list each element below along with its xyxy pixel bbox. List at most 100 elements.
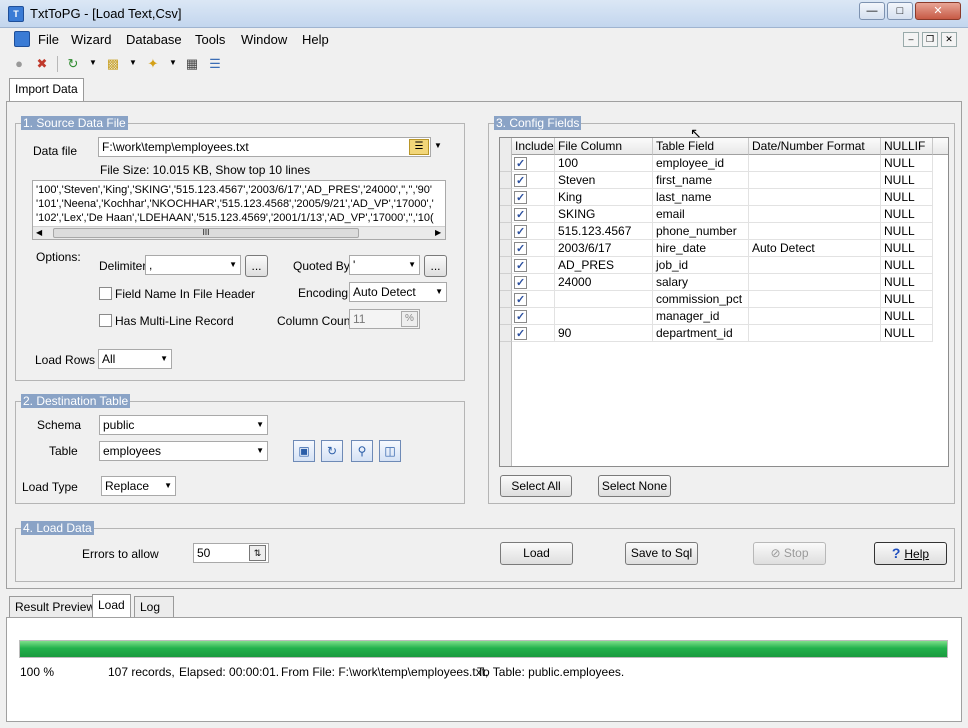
help-button[interactable]: ? Help (874, 542, 947, 565)
menu-wizard[interactable]: Wizard (71, 32, 111, 47)
row-header[interactable] (500, 172, 512, 189)
cell-file-column[interactable]: 24000 (555, 274, 653, 291)
row-header[interactable] (500, 240, 512, 257)
cell-file-column[interactable]: 2003/6/17 (555, 240, 653, 257)
cell-table-field[interactable]: last_name (653, 189, 749, 206)
cell-table-field[interactable]: email (653, 206, 749, 223)
quoted-by-select[interactable]: ' ▼ (349, 255, 420, 275)
table-columns-button[interactable]: ◫ (379, 440, 401, 462)
include-checkbox[interactable] (514, 224, 527, 239)
scroll-thumb[interactable]: III (53, 228, 359, 238)
row-header[interactable] (500, 257, 512, 274)
menu-file[interactable]: File (38, 32, 59, 47)
cell-file-column[interactable] (555, 308, 653, 325)
cell-file-column[interactable]: SKING (555, 206, 653, 223)
cell-nullif[interactable]: NULL (881, 325, 933, 342)
mdi-close-button[interactable]: ✕ (941, 32, 957, 47)
encoding-select[interactable]: Auto Detect ▼ (349, 282, 447, 302)
scroll-left-icon[interactable]: ◀ (36, 227, 42, 239)
cell-table-field[interactable]: job_id (653, 257, 749, 274)
view-table-button[interactable]: ⚲ (351, 440, 373, 462)
include-checkbox[interactable] (514, 292, 527, 307)
delimiter-select[interactable]: , ▼ (145, 255, 241, 275)
table-row[interactable]: commission_pct NULL (500, 291, 948, 308)
row-header[interactable] (500, 308, 512, 325)
list-icon[interactable]: ☰ (206, 55, 224, 73)
select-none-button[interactable]: Select None (598, 475, 671, 497)
column-header-nullif[interactable]: NULLIF (881, 138, 933, 155)
spin-icon[interactable]: ⇅ (249, 545, 266, 561)
menu-tools[interactable]: Tools (195, 32, 225, 47)
menu-window[interactable]: Window (241, 32, 287, 47)
chevron-down-icon[interactable]: ▼ (434, 141, 442, 150)
column-header-file-column[interactable]: File Column (555, 138, 653, 155)
row-header[interactable] (500, 223, 512, 240)
delimiter-browse-button[interactable]: ... (245, 255, 268, 277)
scroll-right-icon[interactable]: ▶ (435, 227, 441, 239)
include-checkbox[interactable] (514, 173, 527, 188)
cell-nullif[interactable]: NULL (881, 155, 933, 172)
folder-open-icon[interactable]: ☰ (409, 139, 429, 155)
include-checkbox[interactable] (514, 309, 527, 324)
table-row[interactable]: 100employee_id NULL (500, 155, 948, 172)
data-file-input[interactable]: F:\work\temp\employees.txt (98, 137, 431, 157)
cell-format[interactable] (749, 257, 881, 274)
tab-import-data[interactable]: Import Data (9, 78, 84, 102)
load-button[interactable]: Load (500, 542, 573, 565)
preview-scrollbar[interactable]: ◀ III ▶ (33, 226, 445, 239)
table-row[interactable]: manager_id NULL (500, 308, 948, 325)
import-icon[interactable]: ▩ (104, 55, 122, 73)
refresh-table-button[interactable]: ↻ (321, 440, 343, 462)
chevron-down-icon[interactable]: ▼ (89, 58, 97, 67)
include-checkbox[interactable] (514, 258, 527, 273)
cell-file-column[interactable]: 100 (555, 155, 653, 172)
cell-file-column[interactable]: King (555, 189, 653, 206)
row-header[interactable] (500, 291, 512, 308)
wizard-wand-icon[interactable]: ✦ (144, 55, 162, 73)
row-header[interactable] (500, 189, 512, 206)
table-row[interactable]: SKINGemail NULL (500, 206, 948, 223)
cell-nullif[interactable]: NULL (881, 206, 933, 223)
include-checkbox[interactable] (514, 275, 527, 290)
cell-format[interactable] (749, 325, 881, 342)
cell-format[interactable] (749, 308, 881, 325)
column-header-format[interactable]: Date/Number Format (749, 138, 881, 155)
mdi-minimize-button[interactable]: – (903, 32, 919, 47)
connect-icon[interactable]: ● (10, 55, 28, 73)
cell-nullif[interactable]: NULL (881, 223, 933, 240)
field-name-header-checkbox[interactable] (99, 287, 112, 300)
include-checkbox[interactable] (514, 241, 527, 256)
disconnect-icon[interactable]: ✖ (33, 55, 51, 73)
close-button[interactable]: ✕ (915, 2, 961, 20)
cell-format[interactable] (749, 189, 881, 206)
table-row[interactable]: 24000salary NULL (500, 274, 948, 291)
table-row[interactable]: AD_PRESjob_id NULL (500, 257, 948, 274)
cell-table-field[interactable]: first_name (653, 172, 749, 189)
cell-nullif[interactable]: NULL (881, 172, 933, 189)
row-header[interactable] (500, 325, 512, 342)
cell-table-field[interactable]: manager_id (653, 308, 749, 325)
cell-file-column[interactable] (555, 291, 653, 308)
schema-select[interactable]: public ▼ (99, 415, 268, 435)
quoted-by-browse-button[interactable]: ... (424, 255, 447, 277)
refresh-icon[interactable]: ↻ (64, 55, 82, 73)
table-row[interactable]: 90department_id NULL (500, 325, 948, 342)
config-fields-grid[interactable]: Include File Column Table Field Date/Num… (499, 137, 949, 467)
include-checkbox[interactable] (514, 156, 527, 171)
cell-file-column[interactable]: 90 (555, 325, 653, 342)
include-checkbox[interactable] (514, 190, 527, 205)
tab-log[interactable]: Log (134, 596, 174, 618)
save-to-sql-button[interactable]: Save to Sql (625, 542, 698, 565)
cell-nullif[interactable]: NULL (881, 240, 933, 257)
cell-format[interactable] (749, 291, 881, 308)
cell-format[interactable] (749, 206, 881, 223)
cell-file-column[interactable]: Steven (555, 172, 653, 189)
include-checkbox[interactable] (514, 326, 527, 341)
cell-format[interactable] (749, 172, 881, 189)
cell-nullif[interactable]: NULL (881, 291, 933, 308)
row-header[interactable] (500, 274, 512, 291)
select-all-button[interactable]: Select All (500, 475, 572, 497)
chevron-down-icon[interactable]: ▼ (169, 58, 177, 67)
maximize-button[interactable]: □ (887, 2, 913, 20)
tab-load[interactable]: Load (92, 594, 131, 618)
